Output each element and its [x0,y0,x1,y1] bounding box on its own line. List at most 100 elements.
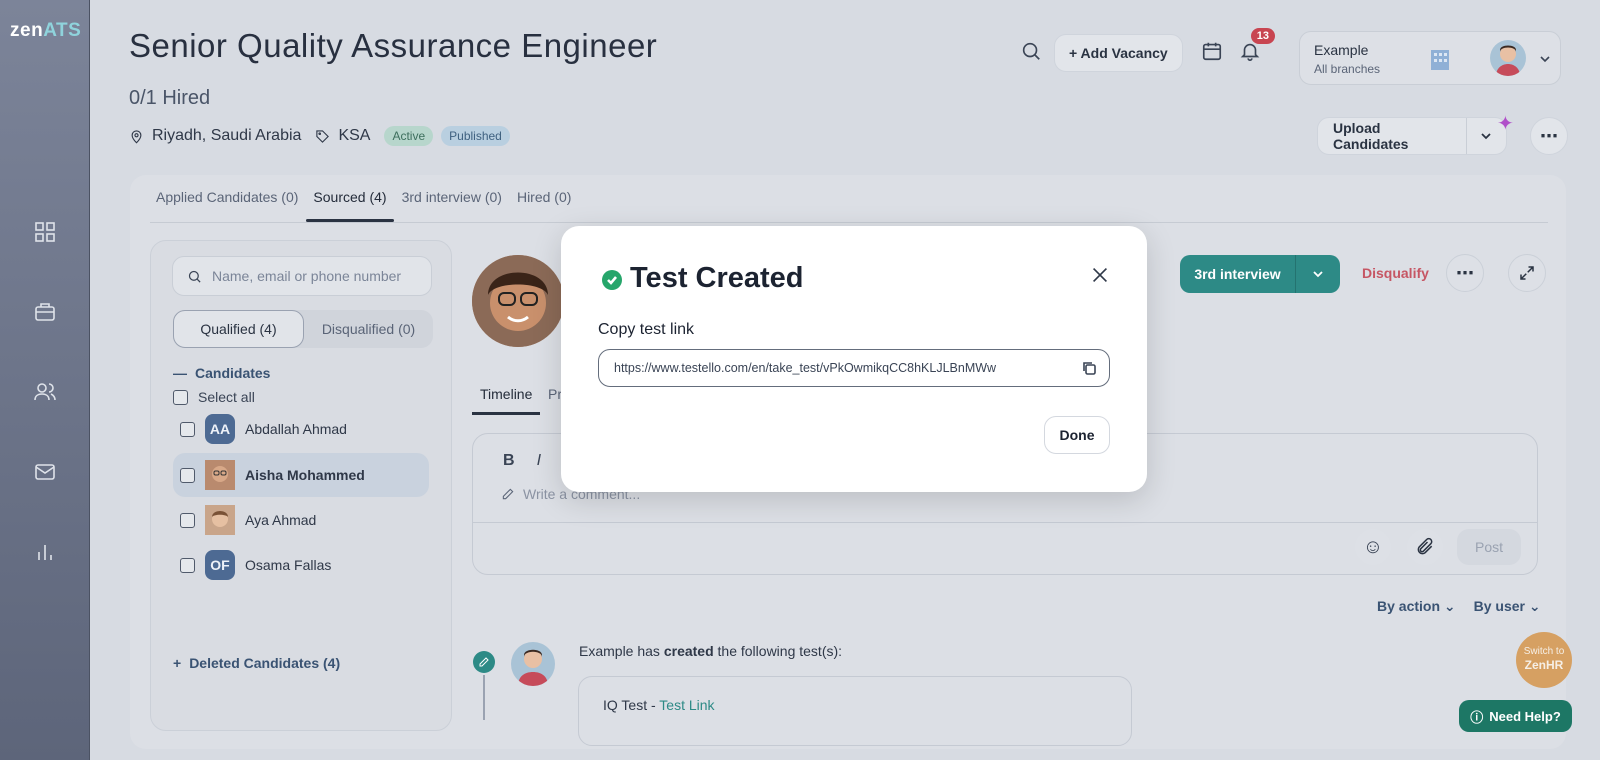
bold-icon[interactable]: B [503,452,515,470]
close-icon[interactable] [1089,264,1113,288]
account-name: Example [1314,42,1369,58]
deleted-candidates-label: Deleted Candidates (4) [189,655,341,671]
candidate-photo-avatar [205,505,235,535]
app-logo[interactable]: zenATS [10,20,81,42]
sidebar: zenATS [0,0,90,760]
candidate-initials-avatar: AA [205,414,235,444]
switch-to-zenhr-button[interactable]: Switch to ZenHR [1516,632,1572,688]
account-switcher[interactable]: Example All branches [1299,31,1561,85]
copy-link-label: Copy test link [598,321,695,338]
job-location: Riyadh, Saudi Arabia [152,127,302,144]
test-name: IQ Test - [603,697,660,713]
chevron-down-icon [1313,271,1323,278]
users-icon[interactable] [33,380,57,404]
timeline-entry-text: Example has created the following test(s… [579,643,842,659]
candidate-item[interactable]: Aya Ahmad [173,498,429,542]
chevron-down-icon [1481,133,1492,140]
disqualify-button[interactable]: Disqualify [1362,265,1429,281]
format-toolbar: B I [503,452,541,470]
upload-candidates-button[interactable]: Upload Candidates [1318,118,1467,154]
comment-divider [473,522,1537,523]
reports-icon[interactable] [33,540,57,564]
more-options-button[interactable]: ⋯ [1530,117,1568,155]
candidate-checkbox[interactable] [180,421,195,437]
candidate-checkbox[interactable] [180,512,195,528]
candidate-search[interactable]: Name, email or phone number [172,256,432,296]
status-badge-active: Active [384,126,434,146]
select-all[interactable]: Select all [173,389,255,405]
profile-tabs: Timeline Pr [480,386,562,402]
candidate-item[interactable]: OF Osama Fallas [173,543,429,587]
timeline-line [483,675,485,720]
account-branches: All branches [1314,62,1381,76]
candidate-photo-avatar [205,460,235,490]
search-icon[interactable] [1020,40,1042,67]
expand-icon[interactable] [1508,254,1546,292]
post-button[interactable]: Post [1457,529,1521,565]
candidate-profile-photo [472,255,564,347]
tab-hired[interactable]: Hired (0) [517,189,571,205]
copy-icon[interactable] [1081,360,1097,376]
disqualified-tab[interactable]: Disqualified (0) [304,310,433,348]
done-button[interactable]: Done [1044,416,1110,454]
header-actions: + Add Vacancy 13 [1020,27,1275,72]
briefcase-icon[interactable] [33,300,57,324]
location-pin-icon [131,129,142,144]
profile-tab-indicator [472,412,540,415]
notification-badge: 13 [1250,27,1275,44]
attachment-icon[interactable] [1407,529,1443,565]
need-help-button[interactable]: ⓘ Need Help? [1459,700,1572,732]
candidate-checkbox[interactable] [180,467,195,483]
filter-by-action[interactable]: By action ⌄ [1377,598,1456,615]
timeline-filters: By action ⌄ By user ⌄ [1377,598,1541,615]
add-vacancy-button[interactable]: + Add Vacancy [1054,34,1183,72]
candidate-name: Aisha Mohammed [245,467,365,483]
tabs-divider [150,222,1548,223]
stage-button-group: 3rd interview [1180,255,1340,293]
mail-icon[interactable] [33,460,57,484]
stage-dropdown-button[interactable] [1296,255,1340,293]
candidates-header[interactable]: — Candidates [173,365,270,381]
switch-line2: ZenHR [1524,658,1564,672]
candidate-item-selected[interactable]: Aisha Mohammed [173,453,429,497]
select-all-checkbox[interactable] [173,389,188,405]
logo-main: zen [10,20,44,41]
search-input[interactable]: Name, email or phone number [212,268,401,284]
deleted-candidates-link[interactable]: + Deleted Candidates (4) [173,655,340,671]
candidate-initials-avatar: OF [205,550,235,580]
candidate-name: Osama Fallas [245,557,332,573]
qualified-tab[interactable]: Qualified (4) [173,310,304,348]
timeline-text-mid: has [637,643,660,659]
test-created-modal: Test Created Copy test link https://www.… [561,226,1147,492]
test-link-field[interactable]: https://www.testello.com/en/take_test/vP… [598,349,1110,387]
bell-icon[interactable]: 13 [1239,27,1275,67]
tab-profile[interactable]: Pr [548,386,562,402]
user-avatar[interactable] [1490,40,1526,76]
tab-timeline[interactable]: Timeline [480,386,532,402]
filter-by-user[interactable]: By user ⌄ [1474,598,1541,615]
filter-by-user-label: By user [1473,598,1525,614]
emoji-icon[interactable]: ☺ [1355,529,1391,565]
candidate-checkbox[interactable] [180,557,195,573]
profile-more-button[interactable]: ⋯ [1446,254,1484,292]
job-title: Senior Quality Assurance Engineer [129,27,658,64]
italic-icon[interactable]: I [537,452,541,470]
calendar-icon[interactable] [1201,40,1223,67]
hired-count: 0/1 Hired [129,87,211,109]
upload-candidates-group: Upload Candidates [1317,117,1507,155]
test-link-url: https://www.testello.com/en/take_test/vP… [614,361,997,375]
ai-sparkle-icon[interactable]: ✦ [1497,111,1514,136]
timeline-edit-icon [473,651,495,673]
tab-applied[interactable]: Applied Candidates (0) [156,189,298,205]
candidate-item[interactable]: AA Abdallah Ahmad [173,407,429,451]
test-link[interactable]: Test Link [659,697,714,713]
tab-3rd-interview[interactable]: 3rd interview (0) [402,189,502,205]
chevron-down-icon[interactable] [1538,52,1552,66]
dashboard-icon[interactable] [33,220,57,244]
move-stage-button[interactable]: 3rd interview [1180,255,1296,293]
modal-title: Test Created [630,262,804,294]
tab-sourced[interactable]: Sourced (4) [313,189,386,205]
candidates-header-label: Candidates [195,365,271,381]
timeline-user-avatar [511,642,555,686]
success-check-icon [602,270,622,290]
